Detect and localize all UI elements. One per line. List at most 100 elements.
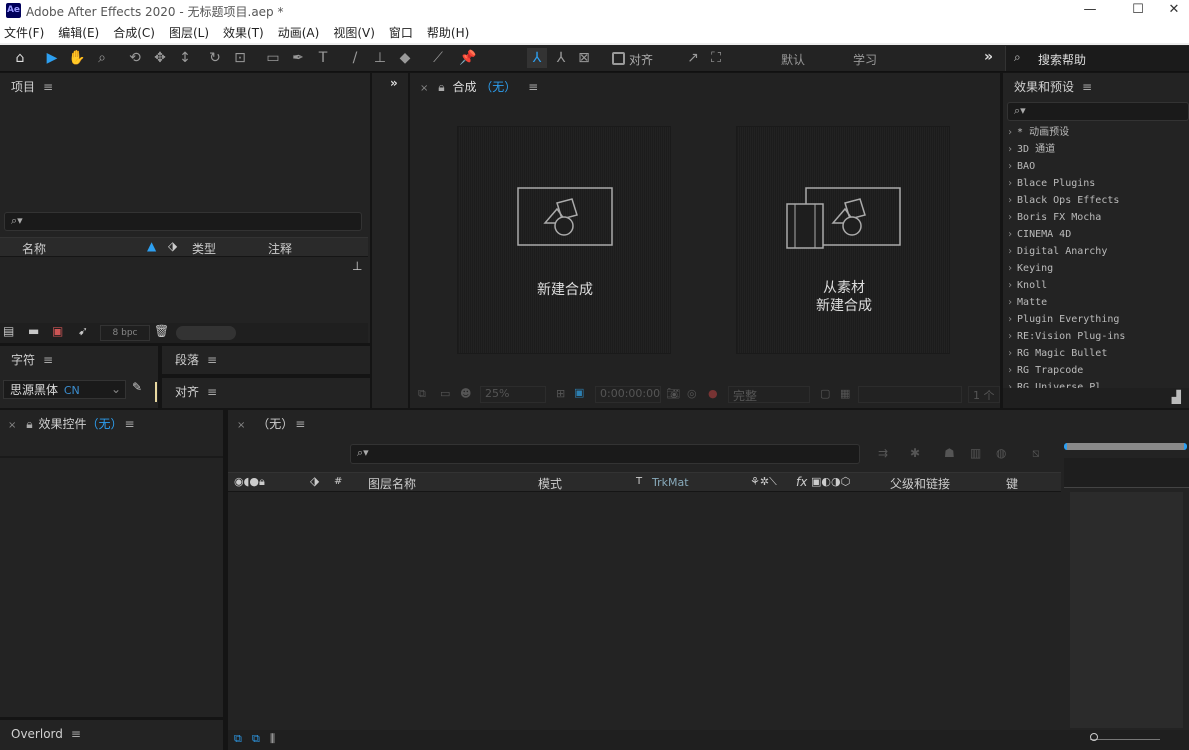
align-panel-title[interactable]: 对齐 ≡ xyxy=(175,383,217,400)
mask-icon[interactable]: ☻ xyxy=(460,387,471,400)
views-select[interactable]: 1 个 xyxy=(968,386,1000,403)
transfer-controls-toggle-icon[interactable]: ⧉ xyxy=(252,732,260,746)
zoom-select[interactable]: 25% xyxy=(480,386,546,403)
project-search-input[interactable]: ⌕▾ xyxy=(4,212,362,231)
new-composition-icon[interactable]: ▣ xyxy=(52,324,63,338)
help-search-input[interactable]: ⌕ 搜索帮助 xyxy=(1005,46,1189,71)
timeline-tab[interactable]: × （无） ≡ xyxy=(237,415,305,432)
effect-category-item[interactable]: › Matte xyxy=(1003,294,1189,311)
effect-category-item[interactable]: › Boris FX Mocha xyxy=(1003,209,1189,226)
column-comment[interactable]: 注释 xyxy=(268,240,292,257)
av-features-icons[interactable]: ◉◖●🔒︎ xyxy=(234,475,265,489)
effect-controls-tab[interactable]: × 🔒︎ 效果控件（无） ≡ xyxy=(8,415,135,432)
new-comp-from-footage-button[interactable]: 从素材 新建合成 xyxy=(736,126,950,354)
menu-help[interactable]: 帮助(H) xyxy=(427,24,469,41)
brush-tool-icon[interactable]: / xyxy=(345,48,365,68)
pen-tool-icon[interactable]: ✒ xyxy=(288,48,308,68)
new-composition-button[interactable]: 新建合成 xyxy=(457,126,671,354)
monitor-icon[interactable]: ▭ xyxy=(440,387,450,400)
eyedropper-icon[interactable]: ✎ xyxy=(132,380,142,394)
column-fx[interactable]: fx xyxy=(796,475,807,489)
switches-icons-2[interactable]: ▣◐◑⬡ xyxy=(811,475,850,488)
effect-category-item[interactable]: › * 动画预设 xyxy=(1003,124,1189,141)
effect-category-item[interactable]: › BAO xyxy=(1003,158,1189,175)
effect-category-item[interactable]: › 3D 通道 xyxy=(1003,141,1189,158)
column-trkmat[interactable]: TrkMat xyxy=(652,476,689,489)
motion-blur-icon[interactable]: ◍ xyxy=(996,446,1006,460)
column-number[interactable]: # xyxy=(334,476,342,487)
column-preserve-transparency[interactable]: T xyxy=(636,476,642,487)
world-axis-icon[interactable]: ⅄ xyxy=(551,48,571,68)
maximize-button[interactable]: ☐ xyxy=(1128,2,1148,17)
zoom-slider[interactable] xyxy=(1090,739,1160,740)
color-swatch[interactable] xyxy=(155,382,157,402)
column-layer-name[interactable]: 图层名称 xyxy=(368,475,416,492)
puppet-pin-icon[interactable]: 📌 xyxy=(458,48,478,68)
column-name[interactable]: 名称 xyxy=(22,240,46,257)
grid-icon[interactable]: ⊞ xyxy=(556,387,565,400)
column-mode[interactable]: 模式 xyxy=(538,475,562,492)
hand-tool-icon[interactable]: ✋ xyxy=(67,48,87,68)
dolly-camera-icon[interactable]: ↕ xyxy=(175,48,195,68)
new-folder-icon[interactable]: ▬ xyxy=(28,324,39,338)
sort-ascending-icon[interactable]: ▲ xyxy=(147,239,156,253)
eraser-tool-icon[interactable]: ◆ xyxy=(395,48,415,68)
zoom-slider-handle[interactable] xyxy=(1090,733,1098,741)
column-parent[interactable]: 父级和链接 xyxy=(890,475,950,492)
character-panel-title[interactable]: 字符 ≡ xyxy=(11,351,53,368)
workspace-learn[interactable]: 学习 xyxy=(853,51,877,68)
channel-icon[interactable]: ● xyxy=(708,387,718,400)
effect-category-item[interactable]: › Black Ops Effects xyxy=(1003,192,1189,209)
text-tool-icon[interactable]: T xyxy=(313,48,333,68)
thumbnail-scrollbar[interactable] xyxy=(176,326,236,340)
menu-edit[interactable]: 编辑(E) xyxy=(58,24,99,41)
resolution-select[interactable]: 完整 xyxy=(728,386,810,403)
effect-category-item[interactable]: › RG Trapcode xyxy=(1003,362,1189,379)
switches-icons[interactable]: ⚘✲⟍ xyxy=(750,475,777,489)
label-tag-icon[interactable]: ⬗ xyxy=(168,239,177,253)
timeline-search-input[interactable]: ⌕▾ xyxy=(350,444,860,464)
menu-animation[interactable]: 动画(A) xyxy=(278,24,320,41)
effects-presets-title[interactable]: 效果和预设 ≡ xyxy=(1014,78,1092,95)
menu-file[interactable]: 文件(F) xyxy=(4,24,44,41)
effect-category-item[interactable]: › Plugin Everything xyxy=(1003,311,1189,328)
view-axis-icon[interactable]: ⊠ xyxy=(574,48,594,68)
effect-category-item[interactable]: › RG Magic Bullet xyxy=(1003,345,1189,362)
orbit-camera-icon[interactable]: ⟲ xyxy=(125,48,145,68)
effect-category-item[interactable]: › Knoll xyxy=(1003,277,1189,294)
snap-bounds-icon[interactable]: ⛶ xyxy=(706,48,726,68)
effect-category-item[interactable]: › Keying xyxy=(1003,260,1189,277)
column-type[interactable]: 类型 xyxy=(192,240,216,257)
close-button[interactable]: ✕ xyxy=(1164,2,1184,17)
layer-switches-toggle-icon[interactable]: ⧉ xyxy=(234,732,242,746)
composition-mini-flowchart-icon[interactable]: ⇉ xyxy=(878,446,888,460)
menu-effect[interactable]: 效果(T) xyxy=(223,24,264,41)
font-family-select[interactable]: 思源黑体 CN ⌄ xyxy=(3,380,126,399)
menu-view[interactable]: 视图(V) xyxy=(333,24,375,41)
timecode-display[interactable]: 0:00:00:00 xyxy=(595,386,661,403)
menu-composition[interactable]: 合成(C) xyxy=(113,24,155,41)
workspace-more-button[interactable]: » xyxy=(984,49,993,65)
expand-panels-icon[interactable]: » xyxy=(390,76,398,90)
menu-window[interactable]: 窗口 xyxy=(389,24,413,41)
new-preset-icon[interactable]: ▟ xyxy=(1172,390,1181,404)
minimize-button[interactable]: — xyxy=(1080,2,1100,17)
paragraph-panel-title[interactable]: 段落 ≡ xyxy=(175,351,217,368)
local-axis-icon[interactable]: ⅄ xyxy=(527,48,547,68)
show-snapshot-icon[interactable]: ◎ xyxy=(687,387,697,400)
effect-category-item[interactable]: › Blace Plugins xyxy=(1003,175,1189,192)
pan-camera-icon[interactable]: ✥ xyxy=(150,48,170,68)
render-queue-icon[interactable]: ➹ xyxy=(78,324,88,338)
effects-search-input[interactable]: ⌕▾ xyxy=(1007,102,1189,121)
transparency-icon[interactable]: ▦ xyxy=(840,387,850,400)
bit-depth-button[interactable]: 8 bpc xyxy=(100,325,150,341)
transparency-grid-icon[interactable]: ▣ xyxy=(574,386,584,399)
workspace-default[interactable]: 默认 xyxy=(781,51,805,68)
effect-category-item[interactable]: › RG Universe Pl... xyxy=(1003,379,1189,388)
effect-category-item[interactable]: › CINEMA 4D xyxy=(1003,226,1189,243)
trash-icon[interactable]: 🗑 xyxy=(154,324,169,338)
time-navigator[interactable] xyxy=(1064,443,1187,450)
hide-shy-icon[interactable]: ☗ xyxy=(944,446,955,460)
home-icon[interactable]: ⌂ xyxy=(10,48,30,68)
anchor-tool-icon[interactable]: ⊡ xyxy=(230,48,250,68)
